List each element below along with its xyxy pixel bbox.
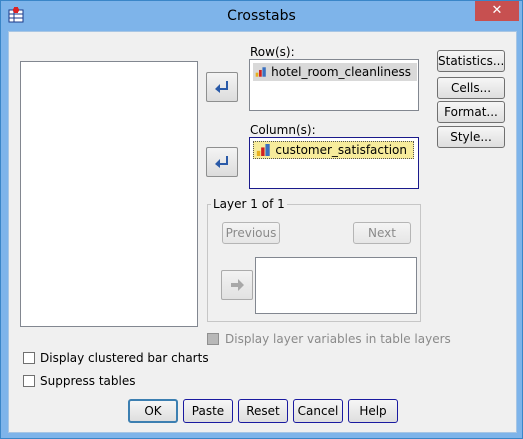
help-button[interactable]: Help xyxy=(348,399,398,423)
columns-list[interactable]: customer_satisfaction xyxy=(249,137,419,189)
title-bar: Crosstabs ✕ xyxy=(1,1,522,31)
format-button[interactable]: Format... xyxy=(437,101,505,123)
paste-button[interactable]: Paste xyxy=(183,399,233,423)
nominal-variable-icon xyxy=(256,144,270,156)
cancel-button[interactable]: Cancel xyxy=(293,399,343,423)
layer-list[interactable] xyxy=(255,257,417,314)
display-layer-checkbox[interactable] xyxy=(207,333,219,345)
nominal-variable-icon xyxy=(255,67,266,77)
ok-button[interactable]: OK xyxy=(128,399,178,423)
statistics-button[interactable]: Statistics... xyxy=(437,50,505,72)
close-icon: ✕ xyxy=(491,3,503,18)
source-variable-list[interactable] xyxy=(20,61,198,327)
move-arrow-icon xyxy=(231,279,244,291)
suppress-tables-checkbox[interactable] xyxy=(23,375,35,387)
columns-label: Column(s): xyxy=(250,123,316,137)
cells-button[interactable]: Cells... xyxy=(437,77,505,99)
dialog-body: Row(s): hotel_room_cleanliness Column(s)… xyxy=(8,31,517,433)
move-to-columns-button[interactable] xyxy=(206,147,238,177)
crosstabs-window: Crosstabs ✕ Row(s): hotel_room_cleanline… xyxy=(0,0,523,439)
display-layer-label: Display layer variables in table layers xyxy=(225,332,451,346)
rows-label: Row(s): xyxy=(250,45,295,59)
previous-button[interactable]: Previous xyxy=(222,222,280,244)
window-title: Crosstabs xyxy=(227,8,296,24)
rows-variable-item[interactable]: hotel_room_cleanliness xyxy=(253,63,417,81)
move-arrow-icon xyxy=(215,81,228,93)
layer-title: Layer 1 of 1 xyxy=(211,197,287,211)
style-button[interactable]: Style... xyxy=(437,126,505,148)
move-to-rows-button[interactable] xyxy=(206,72,238,102)
close-button[interactable]: ✕ xyxy=(475,1,519,21)
columns-variable-item[interactable]: customer_satisfaction xyxy=(253,141,414,159)
move-arrow-icon xyxy=(215,156,228,168)
clustered-bar-checkbox[interactable] xyxy=(23,352,35,364)
rows-list[interactable]: hotel_room_cleanliness xyxy=(249,59,419,111)
move-to-layer-button[interactable] xyxy=(221,270,253,300)
suppress-tables-label: Suppress tables xyxy=(40,374,136,388)
next-button[interactable]: Next xyxy=(353,222,411,244)
reset-button[interactable]: Reset xyxy=(238,399,288,423)
clustered-bar-label: Display clustered bar charts xyxy=(40,351,209,365)
